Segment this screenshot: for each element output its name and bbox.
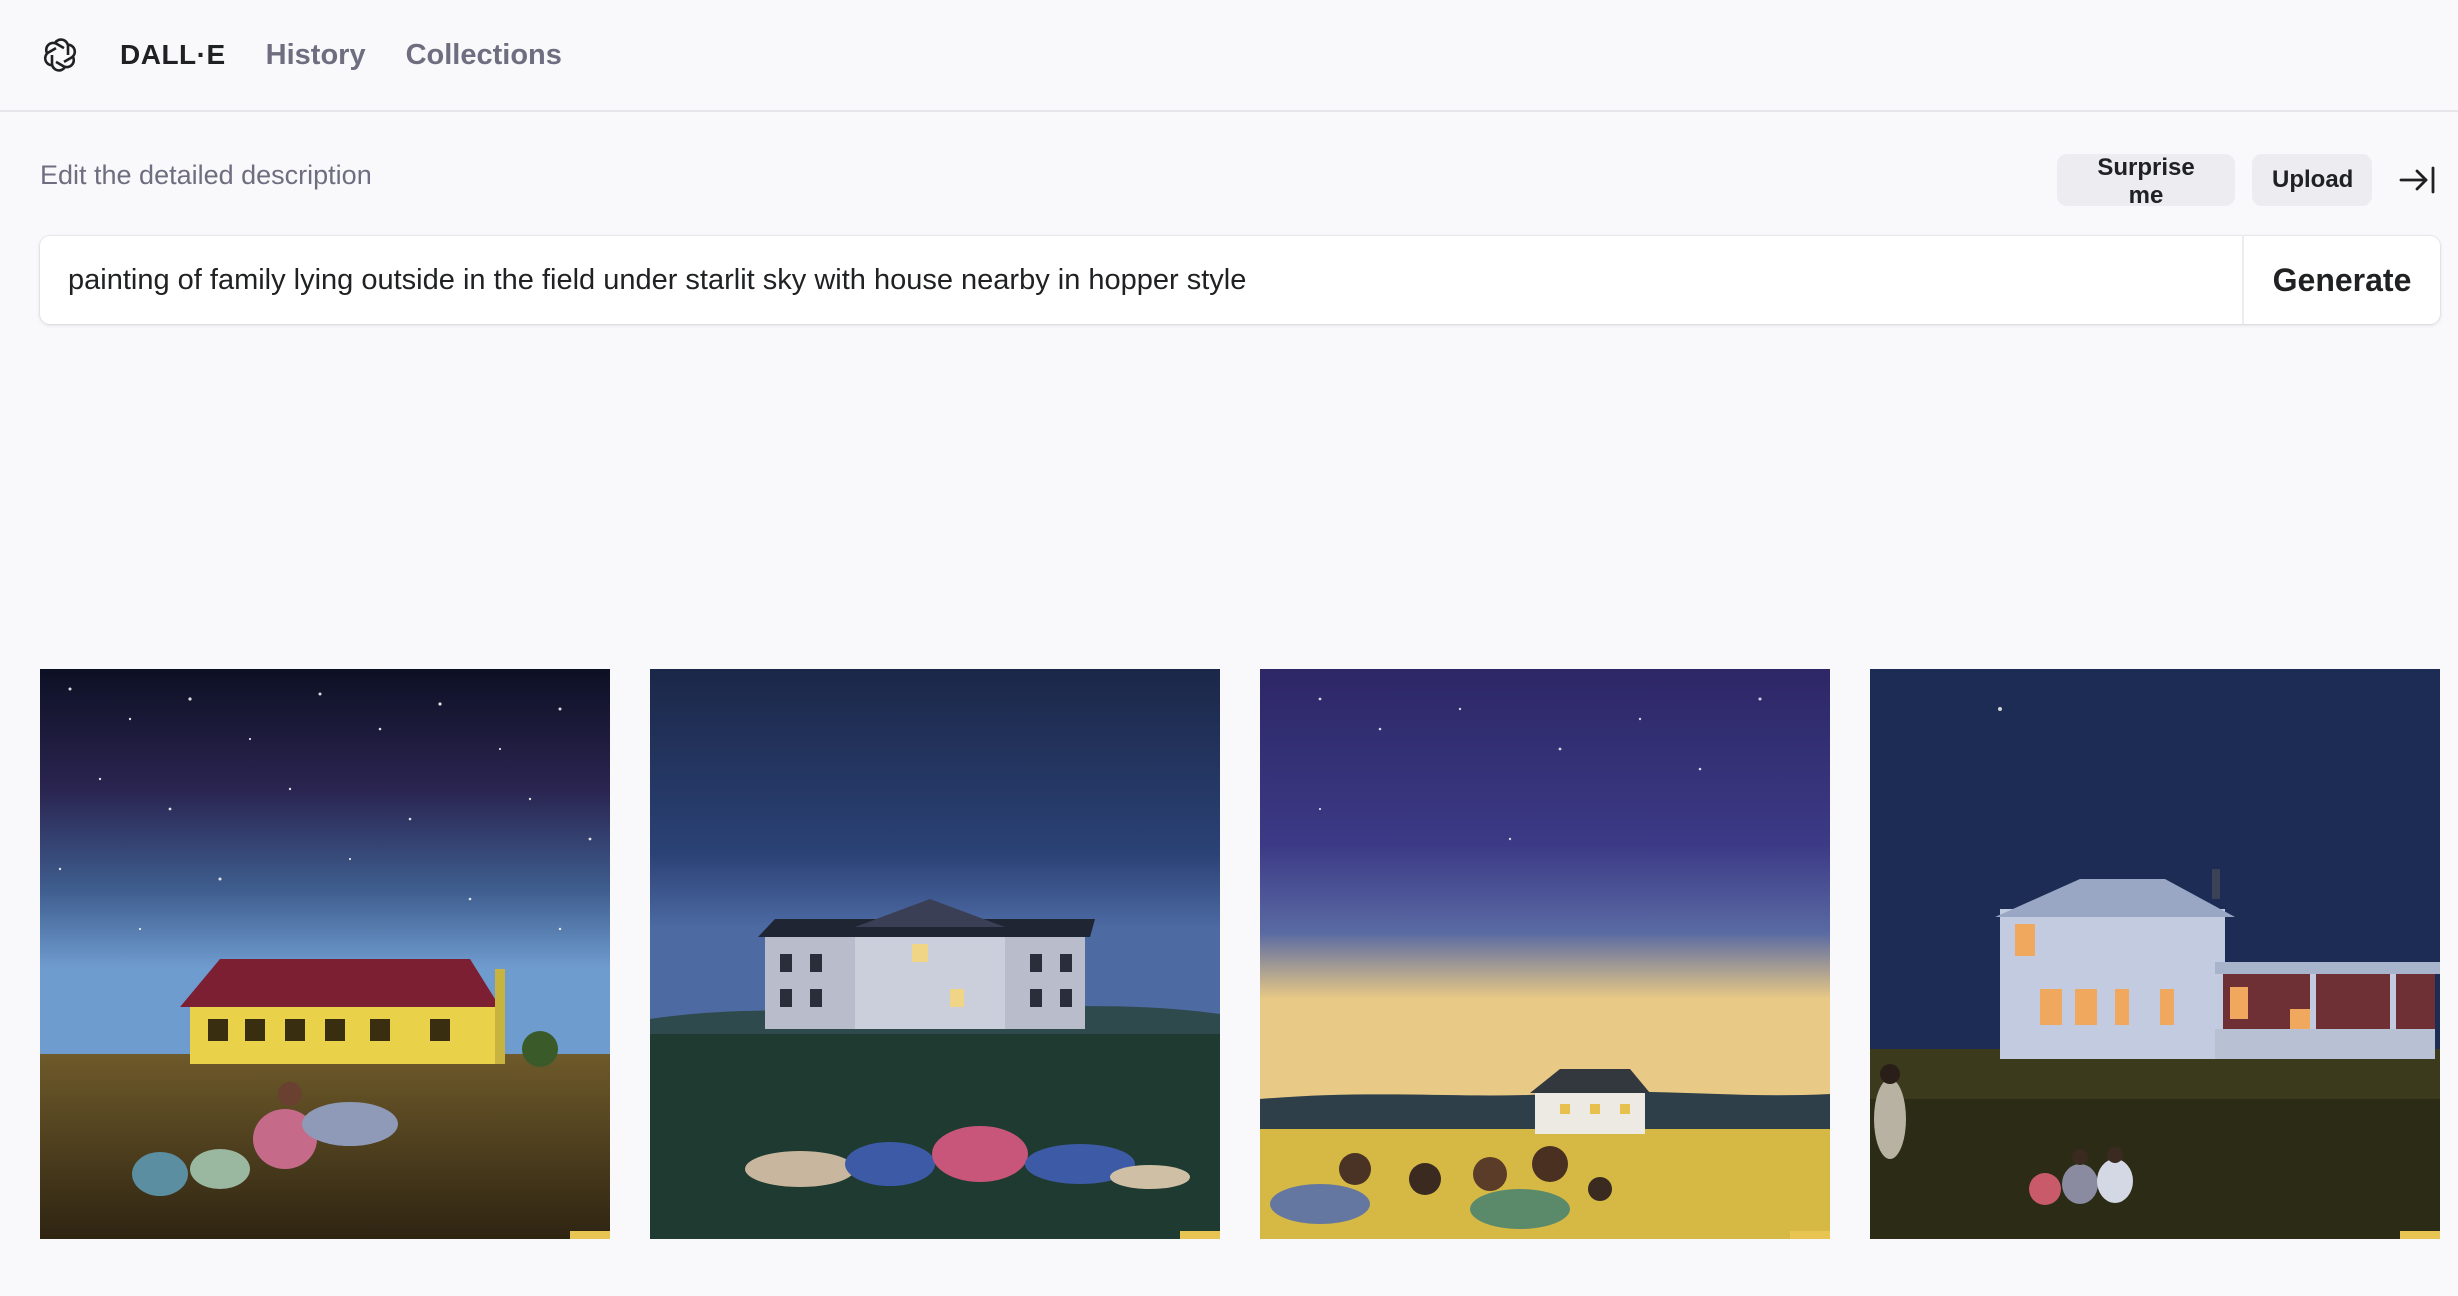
brand-link[interactable]: DALL·E xyxy=(120,39,226,71)
result-image-3[interactable] xyxy=(1260,669,1830,1239)
nav-collections[interactable]: Collections xyxy=(406,39,562,72)
prompt-bar: Generate xyxy=(40,235,2440,325)
upload-button[interactable]: Upload xyxy=(2252,154,2372,206)
generate-button[interactable]: Generate xyxy=(2242,236,2440,324)
edit-description-label: Edit the detailed description xyxy=(40,160,372,190)
results-grid xyxy=(0,669,2458,1239)
collapse-arrow-icon[interactable] xyxy=(2398,164,2436,196)
result-image-2[interactable] xyxy=(650,669,1220,1239)
nav-history[interactable]: History xyxy=(266,39,366,72)
top-nav: DALL·E History Collections xyxy=(0,0,2458,112)
prompt-input[interactable] xyxy=(40,235,2242,325)
result-image-4[interactable] xyxy=(1870,669,2440,1239)
result-image-1[interactable] xyxy=(40,669,610,1239)
surprise-me-button[interactable]: Surprise me xyxy=(2057,154,2235,209)
openai-logo-icon[interactable] xyxy=(38,33,82,77)
